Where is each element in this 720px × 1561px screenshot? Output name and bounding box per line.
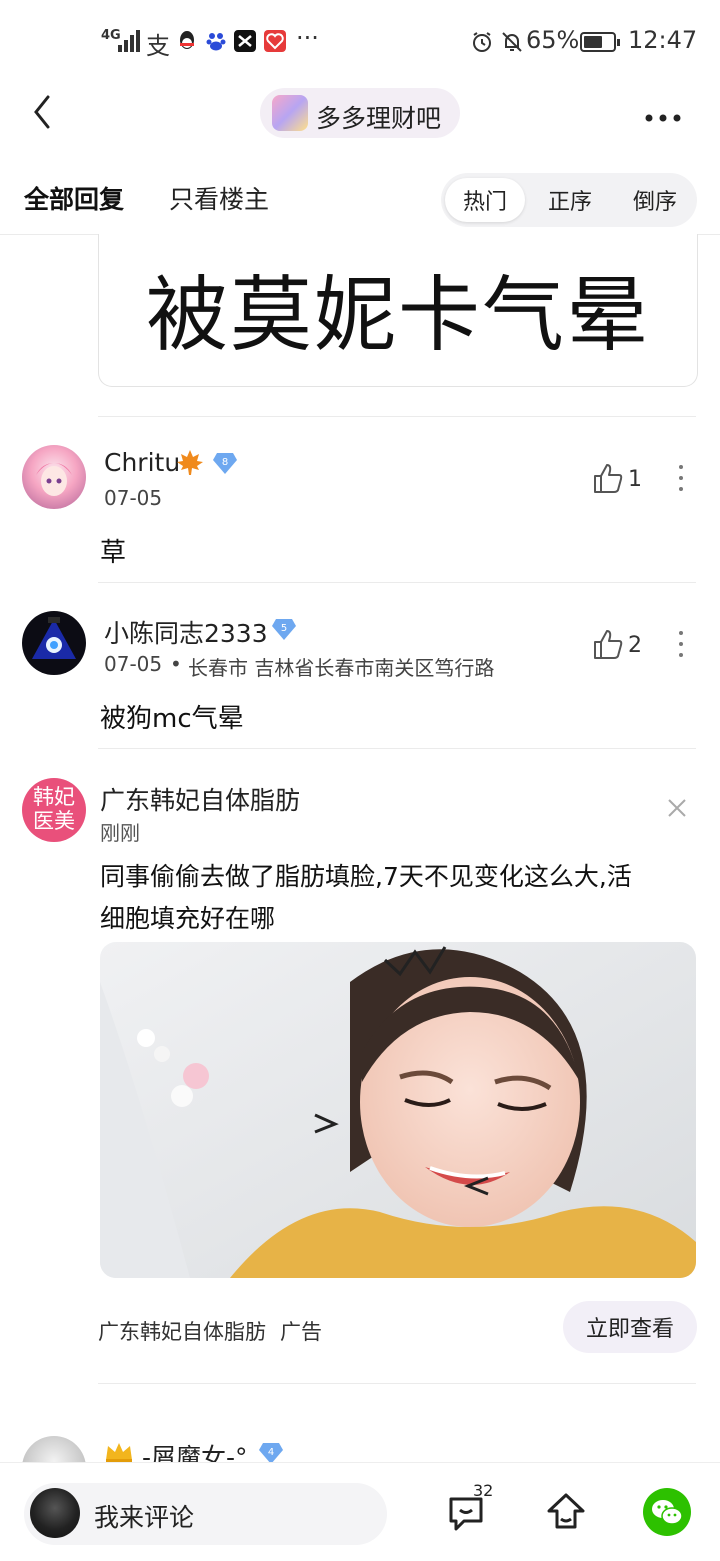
battery-percent: 65% [526, 26, 580, 54]
qq-icon [176, 30, 198, 52]
ad-text: 同事偷偷去做了脂肪填脸,7天不见变化这么大,活 [100, 862, 632, 891]
divider [98, 416, 696, 417]
forum-title-pill[interactable]: 多多理财吧 [260, 88, 460, 138]
like-count: 1 [628, 467, 642, 492]
more-vertical-icon[interactable] [678, 465, 684, 495]
bottom-bar: 我来评论 32 [0, 1462, 720, 1561]
mute-bell-icon [500, 30, 524, 58]
ad-advertiser-name[interactable]: 广东韩妃自体脂肪 [100, 781, 300, 817]
capcut-icon [234, 30, 256, 52]
meta-separator: • [170, 652, 182, 676]
share-icon[interactable] [545, 1491, 587, 1537]
battery-icon [580, 32, 620, 52]
level-badge: 8 [212, 451, 238, 475]
sort-toggle: 热门 正序 倒序 [441, 173, 697, 227]
alarm-icon [470, 30, 494, 58]
maple-leaf-icon [176, 448, 204, 480]
quoted-image-text: 被莫妮卡气晕 [145, 268, 650, 363]
chevron-left-icon[interactable] [30, 94, 56, 134]
divider [98, 748, 696, 749]
comment-location: 长春市 吉林省长春市南关区笃行路 [188, 656, 495, 680]
level-number: 5 [281, 623, 287, 634]
baidu-icon [205, 30, 227, 52]
ad-logo[interactable]: 韩妃 医美 [22, 778, 86, 842]
forum-avatar [272, 95, 308, 131]
level-number: 4 [268, 1447, 274, 1458]
top-nav: 多多理财吧 [0, 84, 720, 154]
close-icon[interactable] [667, 798, 687, 822]
level-badge: 5 [271, 617, 297, 641]
divider [98, 1383, 696, 1384]
more-vertical-icon[interactable] [678, 631, 684, 661]
comment-username[interactable]: 小陈同志2333 [104, 614, 268, 650]
comment-count: 32 [473, 1481, 494, 1500]
ad-footer-name: 广东韩妃自体脂肪 [98, 1320, 266, 1344]
tab-all-replies[interactable]: 全部回复 [24, 180, 124, 216]
more-notifications: ··· [296, 24, 319, 52]
ad-image[interactable] [100, 942, 696, 1278]
avatar[interactable] [22, 611, 86, 675]
comment-input[interactable]: 我来评论 [24, 1483, 387, 1545]
quoted-image[interactable]: 被莫妮卡气晕 [98, 234, 698, 387]
status-bar: 4G 支 ··· 65% 12:47 [0, 0, 720, 84]
more-horizontal-icon[interactable] [644, 108, 682, 127]
forum-name: 多多理财吧 [316, 104, 442, 133]
comment-date: 07-05 [104, 486, 163, 510]
sort-ascending[interactable]: 正序 [530, 178, 610, 222]
like-count: 2 [628, 633, 642, 658]
ad-logo-line: 韩妃 [33, 785, 75, 809]
level-number: 8 [222, 457, 228, 468]
ad-time: 刚刚 [100, 821, 140, 845]
sort-hot[interactable]: 热门 [445, 178, 525, 222]
avatar[interactable] [22, 445, 86, 509]
avatar [30, 1488, 80, 1538]
ad-text: 细胞填充好在哪 [100, 904, 276, 933]
like-button[interactable]: 1 [593, 462, 653, 502]
ad-logo-line: 医美 [33, 809, 75, 833]
comment-date: 07-05 [104, 652, 163, 676]
ad-cta-button[interactable]: 立即查看 [563, 1301, 697, 1353]
comment-text: 草 [100, 538, 127, 568]
comment-text: 被狗mc气晕 [100, 704, 244, 734]
tab-only-op[interactable]: 只看楼主 [169, 180, 269, 216]
like-button[interactable]: 2 [593, 628, 653, 668]
signal-icon [114, 30, 140, 52]
clock: 12:47 [628, 26, 698, 54]
divider [98, 582, 696, 583]
heart-app-icon [264, 30, 286, 52]
alipay-icon: 支 [146, 32, 170, 60]
comment-placeholder: 我来评论 [94, 1503, 195, 1532]
sort-descending[interactable]: 倒序 [615, 178, 695, 222]
comment-username[interactable]: Chritu [104, 448, 180, 477]
wechat-icon[interactable] [643, 1488, 691, 1536]
ad-tag: 广告 [280, 1320, 322, 1344]
